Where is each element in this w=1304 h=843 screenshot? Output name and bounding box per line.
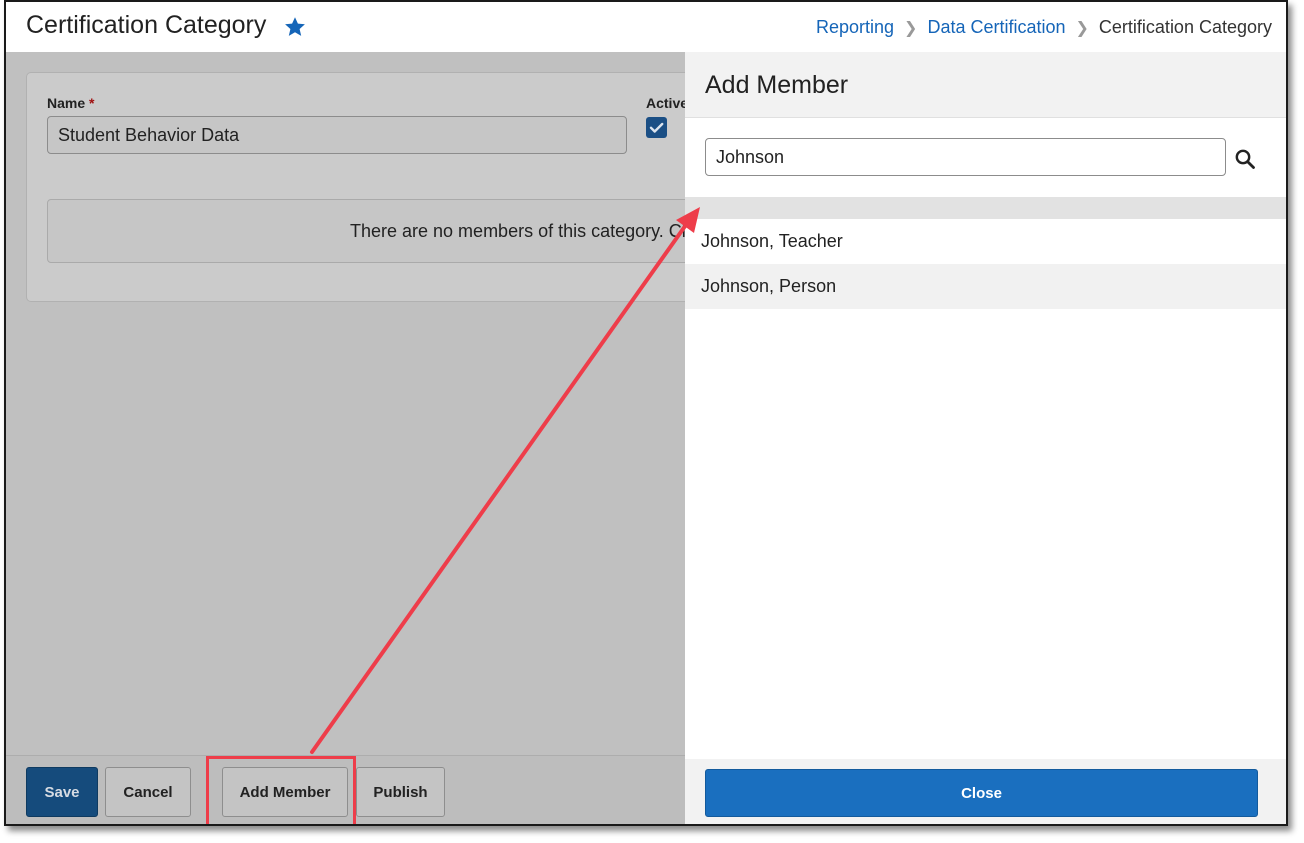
chevron-right-icon: ❯: [1075, 19, 1089, 37]
chevron-right-icon: ❯: [904, 19, 918, 37]
search-result-item[interactable]: Johnson, Person: [685, 264, 1286, 309]
panel-title: Add Member: [705, 71, 849, 99]
page-title: Certification Category: [26, 11, 267, 39]
annotation-highlight-box: [206, 756, 356, 824]
close-button[interactable]: Close: [705, 769, 1258, 817]
members-empty-state: There are no members of this category. C…: [47, 199, 747, 263]
checkmark-icon: [649, 122, 664, 133]
star-icon[interactable]: [283, 15, 307, 39]
search-result-item[interactable]: Johnson, Teacher: [685, 219, 1286, 264]
required-marker: *: [89, 95, 95, 111]
publish-button[interactable]: Publish: [356, 767, 445, 817]
category-form-card: Name * Student Behavior Data Active Ther…: [26, 72, 747, 302]
active-checkbox[interactable]: [646, 117, 667, 138]
name-input[interactable]: Student Behavior Data: [47, 116, 627, 154]
cancel-button[interactable]: Cancel: [105, 767, 191, 817]
member-search-input[interactable]: Johnson: [705, 138, 1226, 176]
panel-footer: Close: [685, 759, 1286, 824]
name-field-label: Name *: [47, 95, 95, 111]
search-icon[interactable]: [1234, 148, 1256, 170]
breadcrumb: Reporting ❯ Data Certification ❯ Certifi…: [816, 17, 1272, 38]
breadcrumb-link-reporting[interactable]: Reporting: [816, 17, 894, 38]
active-label: Active: [646, 95, 689, 111]
save-button[interactable]: Save: [26, 767, 98, 817]
breadcrumb-link-data-certification[interactable]: Data Certification: [927, 17, 1065, 38]
panel-header: Add Member: [685, 52, 1286, 118]
breadcrumb-current: Certification Category: [1098, 17, 1272, 37]
add-member-panel: Add Member Johnson Johnson, Teacher John…: [685, 52, 1286, 824]
empty-members-message: There are no members of this category. C…: [350, 221, 690, 241]
main-content-dimmed: Name * Student Behavior Data Active Ther…: [6, 52, 747, 755]
action-bar: Save Cancel Add Member Publish: [6, 755, 685, 824]
page-header: Certification Category Reporting ❯ Data …: [6, 2, 1286, 52]
app-window: Certification Category Reporting ❯ Data …: [4, 0, 1288, 826]
results-divider: [685, 197, 1286, 219]
